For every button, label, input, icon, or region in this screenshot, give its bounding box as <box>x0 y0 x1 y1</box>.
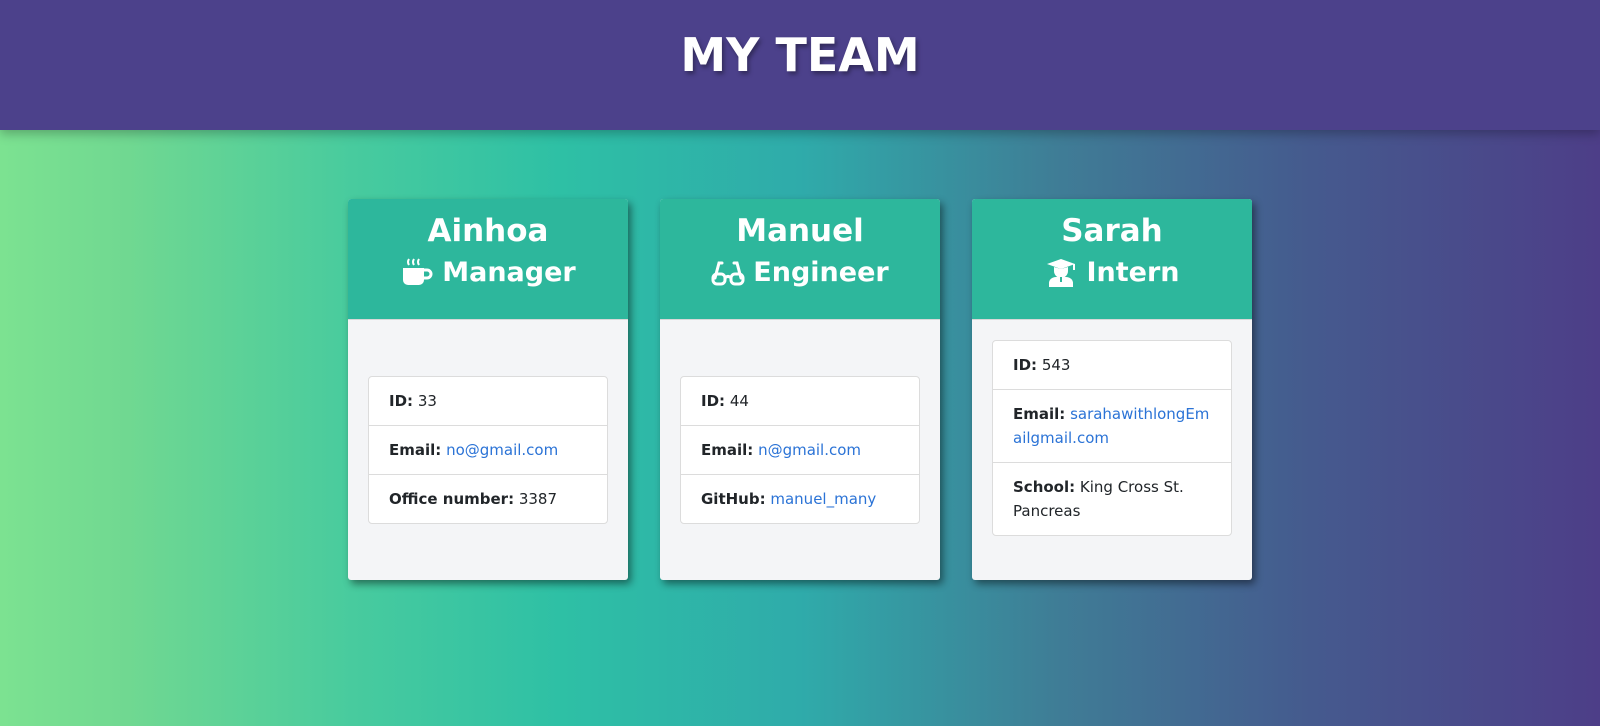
graduate-icon <box>1047 259 1076 287</box>
role-label: Manager <box>442 257 576 288</box>
page-title: MY TEAM <box>680 28 920 82</box>
employee-role: Engineer <box>711 256 889 290</box>
row-label: Email: <box>389 441 442 459</box>
row-label: Email: <box>701 441 754 459</box>
role-label: Engineer <box>753 257 889 288</box>
row-label: School: <box>1013 478 1076 496</box>
employee-card-engineer: Manuel Engineer ID: 44 Email: n@gmail.co… <box>660 199 940 580</box>
email-row: Email: no@gmail.com <box>369 426 607 475</box>
row-label: ID: <box>1013 356 1038 374</box>
row-value: 33 <box>417 392 437 410</box>
school-row: School: King Cross St. Pancreas <box>993 463 1231 535</box>
email-link[interactable]: n@gmail.com <box>758 441 861 459</box>
card-body: ID: 543 Email: sarahawithlongEmailgmail.… <box>992 340 1232 536</box>
row-label: ID: <box>389 392 414 410</box>
row-label: ID: <box>701 392 726 410</box>
info-list: ID: 33 Email: no@gmail.com Office number… <box>368 376 608 524</box>
row-label: Email: <box>1013 405 1066 423</box>
page-header: MY TEAM <box>0 0 1600 130</box>
card-body: ID: 44 Email: n@gmail.com GitHub: manuel… <box>680 376 920 524</box>
id-row: ID: 543 <box>993 341 1231 390</box>
employee-card-manager: Ainhoa Manager ID: 33 Email: no@gmail.co… <box>348 199 628 580</box>
id-row: ID: 33 <box>369 377 607 426</box>
row-label: Office number: <box>389 490 515 508</box>
employee-name: Ainhoa <box>427 213 549 249</box>
card-body: ID: 33 Email: no@gmail.com Office number… <box>368 376 608 524</box>
email-row: Email: n@gmail.com <box>681 426 919 475</box>
employee-role: Manager <box>400 256 576 290</box>
row-value: 44 <box>729 392 749 410</box>
info-list: ID: 44 Email: n@gmail.com GitHub: manuel… <box>680 376 920 524</box>
card-header: Ainhoa Manager <box>348 199 628 320</box>
role-label: Intern <box>1086 257 1180 288</box>
employee-card-intern: Sarah Intern ID: 543 Email: sarahawithlo… <box>972 199 1252 580</box>
info-list: ID: 543 Email: sarahawithlongEmailgmail.… <box>992 340 1232 536</box>
row-value: 3387 <box>518 490 558 508</box>
row-label: GitHub: <box>701 490 766 508</box>
github-link[interactable]: manuel_many <box>770 490 876 508</box>
glasses-icon <box>711 261 745 286</box>
employee-name: Sarah <box>1061 213 1163 249</box>
card-header: Sarah Intern <box>972 199 1252 320</box>
card-header: Manuel Engineer <box>660 199 940 320</box>
employee-role: Intern <box>1044 256 1180 290</box>
office-number-row: Office number: 3387 <box>369 475 607 523</box>
coffee-mug-icon <box>403 258 433 285</box>
github-row: GitHub: manuel_many <box>681 475 919 523</box>
email-row: Email: sarahawithlongEmailgmail.com <box>993 390 1231 463</box>
row-value: 543 <box>1041 356 1071 374</box>
id-row: ID: 44 <box>681 377 919 426</box>
employee-name: Manuel <box>736 213 864 249</box>
email-link[interactable]: no@gmail.com <box>446 441 558 459</box>
